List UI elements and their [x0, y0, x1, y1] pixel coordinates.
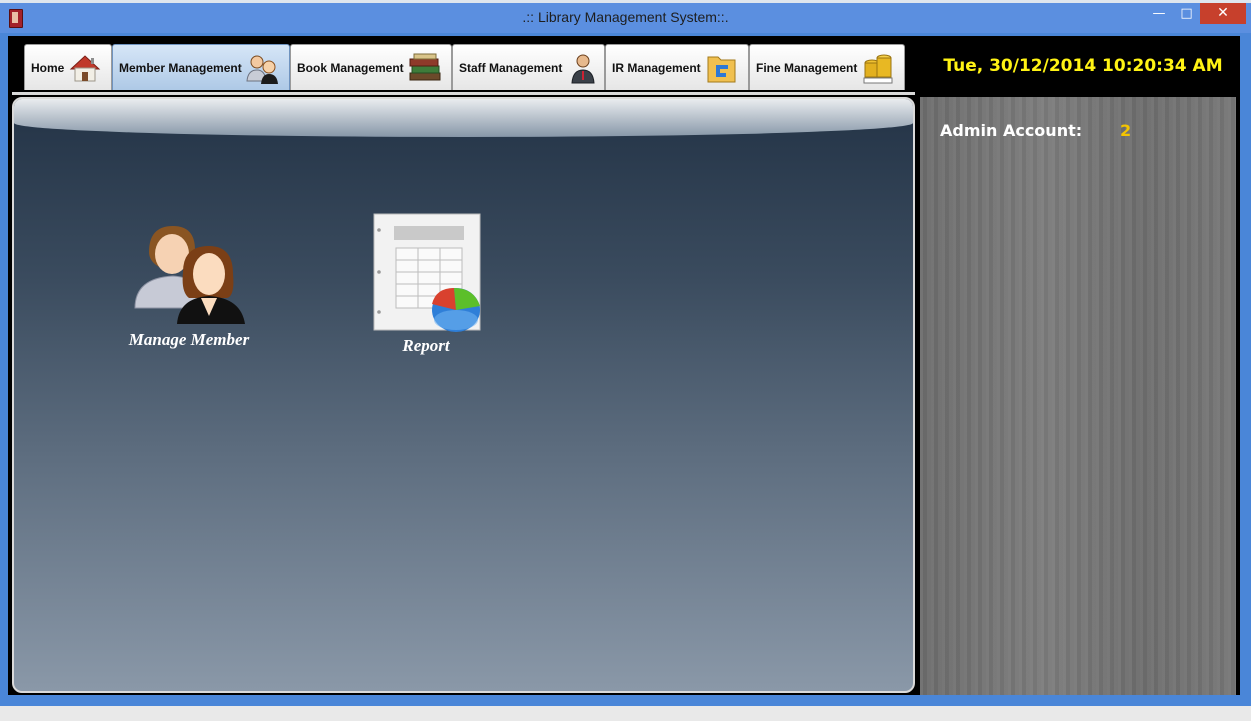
client-area: Home Member Management Book Management S… [8, 36, 1240, 695]
admin-account-label: Admin Account: [940, 121, 1083, 140]
maximize-button[interactable]: □ [1173, 3, 1200, 24]
tab-label: Staff Management [459, 60, 563, 75]
background-ide-strip-bottom [0, 706, 1251, 721]
house-icon [67, 51, 103, 85]
tab-strip: Home Member Management Book Management S… [8, 36, 916, 92]
tab-label: Member Management [119, 60, 242, 75]
report-label: Report [402, 336, 450, 355]
minimize-button[interactable]: — [1145, 3, 1173, 24]
manage-member-label: Manage Member [128, 330, 250, 349]
tab-fine-management[interactable]: Fine Management [749, 44, 905, 90]
tab-label: Fine Management [756, 60, 858, 75]
tab-ir-management[interactable]: IR Management [605, 44, 749, 90]
money-icon [860, 51, 896, 85]
manage-member-icon [127, 212, 251, 324]
close-button[interactable]: ✕ [1200, 3, 1246, 24]
tab-underline [12, 92, 915, 95]
staff-icon [565, 51, 601, 85]
title-bar[interactable]: .:: Library Management System::. — □ ✕ [0, 3, 1251, 33]
books-icon [407, 51, 443, 85]
panel-header-gloss [14, 99, 913, 137]
tab-book-management[interactable]: Book Management [290, 44, 452, 90]
tab-staff-management[interactable]: Staff Management [452, 44, 605, 90]
tab-label: Book Management [297, 60, 404, 75]
tab-member-management[interactable]: Member Management [112, 44, 290, 90]
members-icon [245, 51, 281, 85]
date-time-clock: Tue, 30/12/2014 10:20:34 AM [943, 56, 1223, 76]
account-info-panel: Admin Account: 2 [920, 97, 1236, 695]
tab-home[interactable]: Home [24, 44, 112, 90]
tab-label: Home [31, 60, 65, 75]
report-icon [370, 212, 482, 334]
window-title: .:: Library Management System::. [522, 9, 729, 25]
tab-label: IR Management [612, 60, 701, 75]
manage-member-button[interactable]: Manage Member [114, 212, 264, 350]
app-window: .:: Library Management System::. — □ ✕ H… [0, 3, 1251, 706]
folder-icon [704, 51, 740, 85]
admin-account-count: 2 [1120, 121, 1132, 140]
report-button[interactable]: Report [366, 212, 486, 356]
member-management-panel: Manage Member Report [12, 97, 915, 693]
